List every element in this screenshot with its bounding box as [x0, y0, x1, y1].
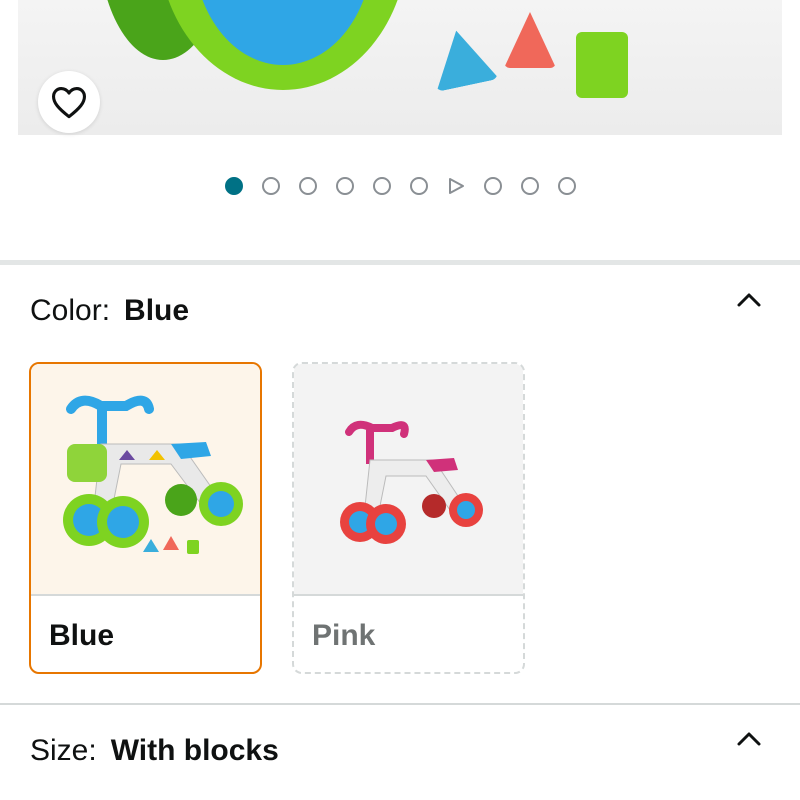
- image-carousel-indicator: [0, 176, 800, 196]
- product-image-gallery[interactable]: [0, 0, 800, 140]
- block-blue-graphic: [425, 24, 499, 92]
- balance-bike-pink-graphic: [340, 420, 483, 544]
- color-option-blue-image: [31, 364, 260, 594]
- carousel-dot-5[interactable]: [372, 177, 391, 195]
- play-icon: [448, 178, 464, 194]
- carousel-dot-4[interactable]: [335, 177, 354, 195]
- color-selector-header[interactable]: Color: Blue: [30, 294, 189, 328]
- swatch-divider: [294, 594, 523, 596]
- color-label: Color:: [30, 294, 111, 327]
- size-selected-value: With blocks: [110, 734, 279, 767]
- carousel-dot-10[interactable]: [557, 177, 576, 195]
- section-divider: [0, 260, 800, 265]
- color-option-blue[interactable]: Blue: [29, 362, 262, 674]
- product-image[interactable]: [18, 0, 782, 135]
- size-label: Size:: [30, 734, 97, 767]
- swatch-divider: [31, 594, 260, 596]
- section-divider: [0, 703, 800, 705]
- carousel-dot-1[interactable]: [224, 177, 243, 195]
- carousel-dot-3[interactable]: [298, 177, 317, 195]
- carousel-dot-6[interactable]: [409, 177, 428, 195]
- color-option-label: Pink: [312, 619, 376, 652]
- block-green-graphic: [576, 32, 628, 98]
- size-selector-header[interactable]: Size: With blocks: [30, 734, 279, 768]
- color-option-pink[interactable]: Pink: [292, 362, 525, 674]
- carousel-dot-9[interactable]: [520, 177, 539, 195]
- color-option-label: Blue: [49, 619, 115, 652]
- color-option-pink-image: [294, 364, 523, 594]
- chevron-up-icon[interactable]: [736, 287, 762, 313]
- carousel-dot-2[interactable]: [261, 177, 280, 195]
- carousel-dot-video[interactable]: [447, 177, 465, 195]
- color-selected-value: Blue: [124, 294, 190, 327]
- carousel-dot-8[interactable]: [483, 177, 502, 195]
- block-red-graphic: [504, 12, 556, 68]
- chevron-up-icon[interactable]: [736, 726, 762, 752]
- balance-bike-blue-graphic: [63, 395, 243, 554]
- favorite-button[interactable]: [38, 71, 100, 133]
- heart-outline-icon: [52, 87, 86, 119]
